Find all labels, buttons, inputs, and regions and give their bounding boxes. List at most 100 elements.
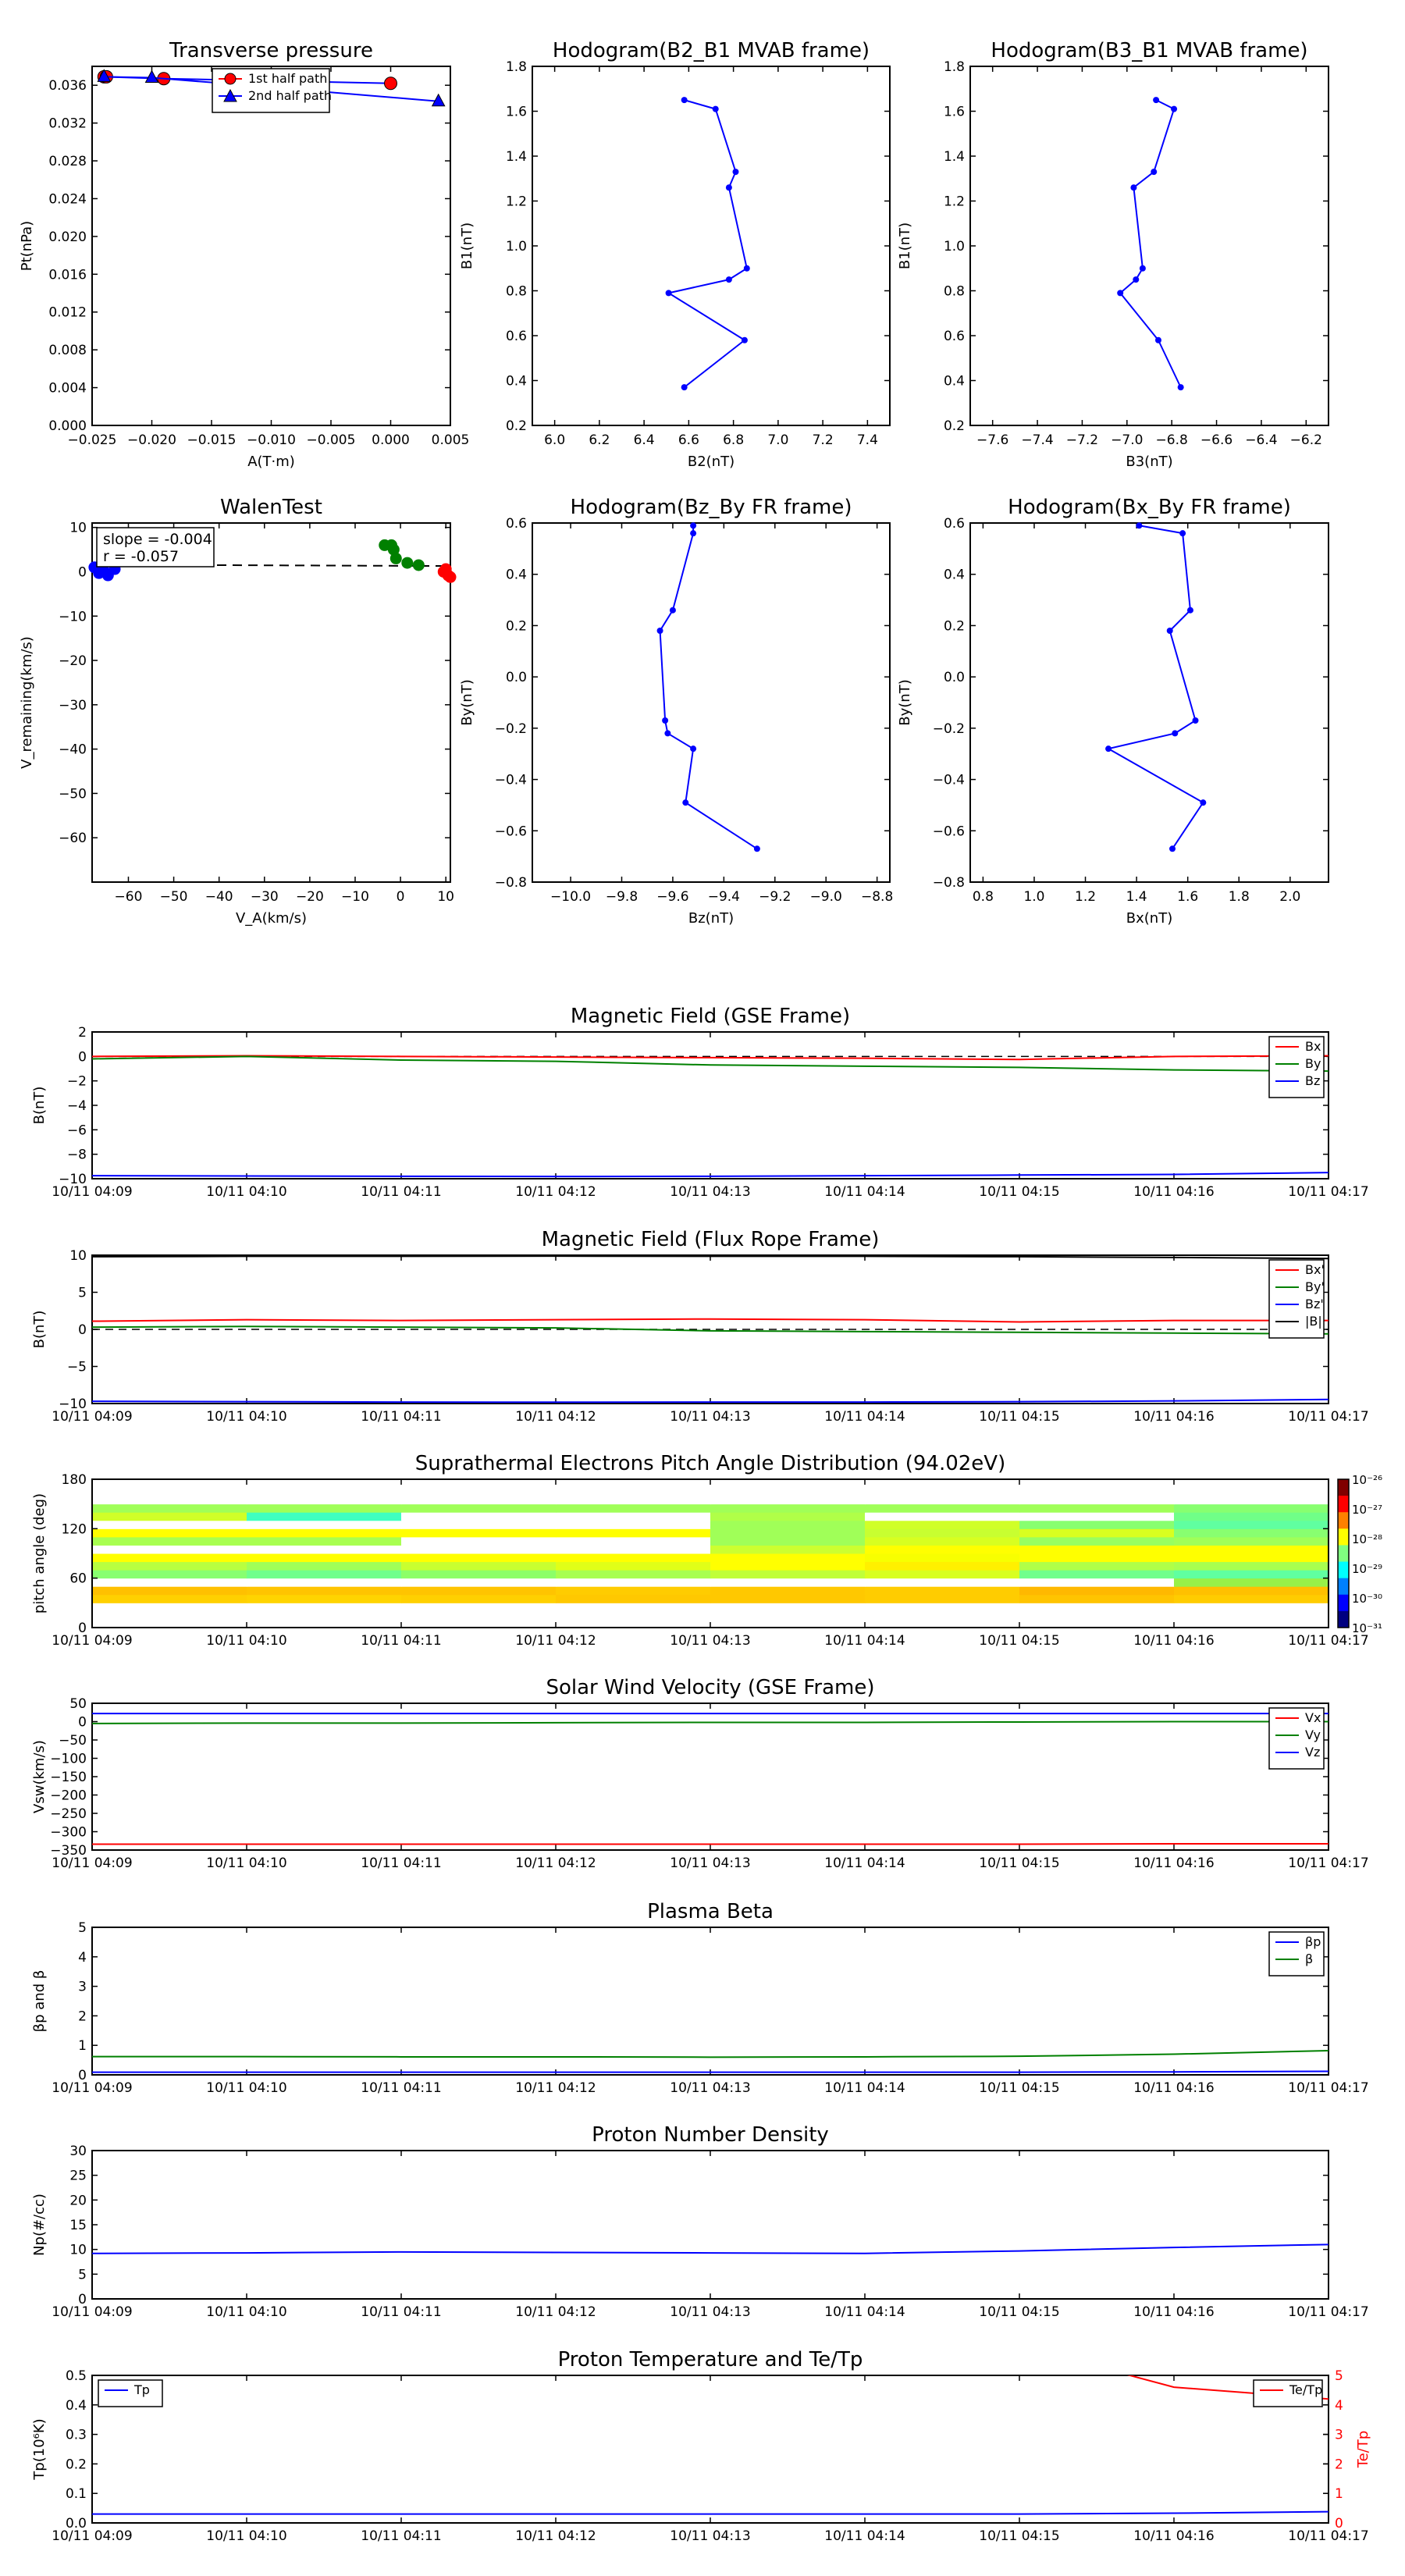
x-tick-label: 10/11 04:17 — [1288, 1856, 1368, 1871]
data-point — [1166, 628, 1173, 634]
heatmap-cell — [556, 1561, 711, 1571]
heatmap-cell — [92, 1586, 247, 1596]
x-tick-label: 10/11 04:15 — [979, 2304, 1059, 2320]
y-tick-label: 1.8 — [944, 59, 965, 75]
y-axis-label: pitch angle (deg) — [31, 1493, 48, 1614]
legend-box — [98, 2379, 163, 2407]
panel-transverse-pressure: Transverse pressure −0.025 −0.020 −0.015 −0.… — [19, 39, 469, 470]
y-tick-label: 10 — [69, 2243, 87, 2258]
heatmap-cell — [1174, 1594, 1329, 1603]
y-tick-label: 4 — [78, 1950, 87, 1966]
x-tick-label: 10/11 04:11 — [361, 1856, 441, 1871]
heatmap-cell — [1174, 1520, 1329, 1529]
x-tick-label: 10/11 04:11 — [361, 1184, 441, 1200]
y-tick-label: −150 — [50, 1770, 87, 1785]
x-tick-label: 10/11 04:10 — [206, 1856, 286, 1871]
y-tick-label: 0.2 — [944, 618, 965, 634]
plot-frame — [532, 522, 891, 883]
heatmap-cell — [865, 1520, 1020, 1529]
y2-tick-label: 5 — [1335, 2368, 1343, 2384]
y-tick-label: −5 — [67, 1360, 87, 1375]
heatmap-cell — [710, 1479, 866, 1505]
x-tick-label: −7.4 — [1021, 432, 1053, 448]
panel-proton-temperature: Proton Temperature and Te/Tp 10/11 04:09 1… — [31, 2348, 1371, 2544]
x-tick-label: 10/11 04:12 — [515, 2528, 596, 2544]
heatmap-cell — [401, 1503, 557, 1513]
x-tick-label: 10/11 04:16 — [1133, 1633, 1214, 1649]
y-tick-label: −10 — [59, 1397, 87, 1412]
legend-label: Vz — [1305, 1745, 1320, 1759]
colorbar-tick-label: 10⁻²⁷ — [1352, 1503, 1382, 1517]
x-tick-label: 10/11 04:17 — [1288, 2304, 1368, 2320]
panel-title: Solar Wind Velocity (GSE Frame) — [546, 1676, 874, 1699]
heatmap-cell — [401, 1578, 557, 1587]
x-tick-label: 10/11 04:13 — [670, 1633, 750, 1649]
y-axis-label: Pt(nPa) — [19, 221, 35, 271]
y-tick-label: 0 — [78, 1049, 87, 1065]
y-tick-label: −50 — [59, 786, 87, 802]
y-tick-label: 0.8 — [506, 284, 527, 300]
x-tick-label: 10/11 04:15 — [979, 1633, 1059, 1649]
x-tick-label: −9.0 — [810, 889, 842, 905]
series-line — [1119, 99, 1182, 388]
colorbar-tick-label: 10⁻²⁹ — [1352, 1562, 1382, 1576]
x-tick-label: −60 — [115, 889, 143, 905]
x-tick-label: 1.8 — [1229, 889, 1250, 905]
y-tick-label: 0.0 — [66, 2516, 87, 2532]
legend-label: Tp — [133, 2382, 150, 2397]
y-tick-label: 0.000 — [48, 418, 87, 434]
x-tick-label: 10/11 04:15 — [979, 2080, 1059, 2096]
y-tick-label: 60 — [69, 1571, 87, 1587]
heatmap-cell — [247, 1545, 402, 1554]
heatmap-cell — [1019, 1578, 1175, 1587]
heatmap-cell — [556, 1520, 711, 1529]
y-axis-label: Tp(10⁶K) — [31, 2418, 48, 2480]
plot-frame — [91, 2375, 1329, 2524]
heatmap-cell — [865, 1512, 1020, 1521]
series-line — [92, 1318, 1329, 1323]
heatmap-cell — [710, 1578, 866, 1587]
plot-frame — [532, 66, 891, 426]
x-tick-label: 1.4 — [1126, 889, 1147, 905]
heatmap-cell — [710, 1594, 866, 1603]
colorbar-tick-label: 10⁻²⁶ — [1352, 1473, 1382, 1487]
y-tick-label: 0.5 — [66, 2368, 87, 2384]
y-tick-label: 1 — [78, 2038, 87, 2054]
x-tick-label: 10/11 04:09 — [52, 2080, 132, 2096]
legend-label: Bx — [1305, 1039, 1321, 1054]
series-line — [92, 1720, 1329, 1724]
y-tick-label: 2 — [78, 1025, 87, 1041]
x-tick-label: 10/11 04:17 — [1288, 1184, 1368, 1200]
y-tick-label: 0.6 — [506, 329, 527, 344]
panel-title: Suprathermal Electrons Pitch Angle Distr… — [415, 1452, 1005, 1475]
y-tick-label: 15 — [69, 2218, 87, 2233]
panel-proton-number-density: Proton Number Density 10/11 04:09 10/11 04… — [31, 2123, 1369, 2320]
y-tick-label: 0 — [78, 564, 87, 580]
heatmap-cell — [247, 1561, 402, 1571]
x-tick-label: 10/11 04:13 — [670, 2304, 750, 2320]
series-line — [92, 1325, 1329, 1335]
y-axis-label: B1(nT) — [459, 222, 475, 269]
x-tick-label: 7.0 — [767, 432, 788, 448]
heatmap-cell — [401, 1570, 557, 1579]
y-tick-label: −0.8 — [933, 875, 965, 891]
x-tick-label: 10/11 04:14 — [824, 2304, 905, 2320]
y-tick-label: −30 — [59, 698, 87, 713]
plot-frame — [969, 66, 1329, 426]
annotation-text: r = -0.057 — [103, 548, 179, 565]
x-tick-label: 10/11 04:14 — [824, 1184, 905, 1200]
x-tick-label: 10/11 04:11 — [361, 2080, 441, 2096]
data-point — [1105, 745, 1112, 753]
y-axis-label: B(nT) — [31, 1087, 48, 1125]
y-axis-label: By(nT) — [459, 679, 475, 725]
x-axis-label: Bx(nT) — [1126, 910, 1172, 927]
heatmap-cell — [1174, 1503, 1329, 1513]
x-tick-label: 10/11 04:16 — [1133, 1184, 1214, 1200]
x-tick-label: 10/11 04:11 — [361, 2304, 441, 2320]
x-tick-label: 10/11 04:14 — [824, 1856, 905, 1871]
heatmap-cell — [710, 1536, 866, 1546]
y-tick-label: −250 — [50, 1806, 87, 1822]
heatmap-cell — [865, 1503, 1020, 1513]
x-tick-label: 10/11 04:12 — [515, 2080, 596, 2096]
y-axis-label: By(nT) — [897, 679, 913, 725]
